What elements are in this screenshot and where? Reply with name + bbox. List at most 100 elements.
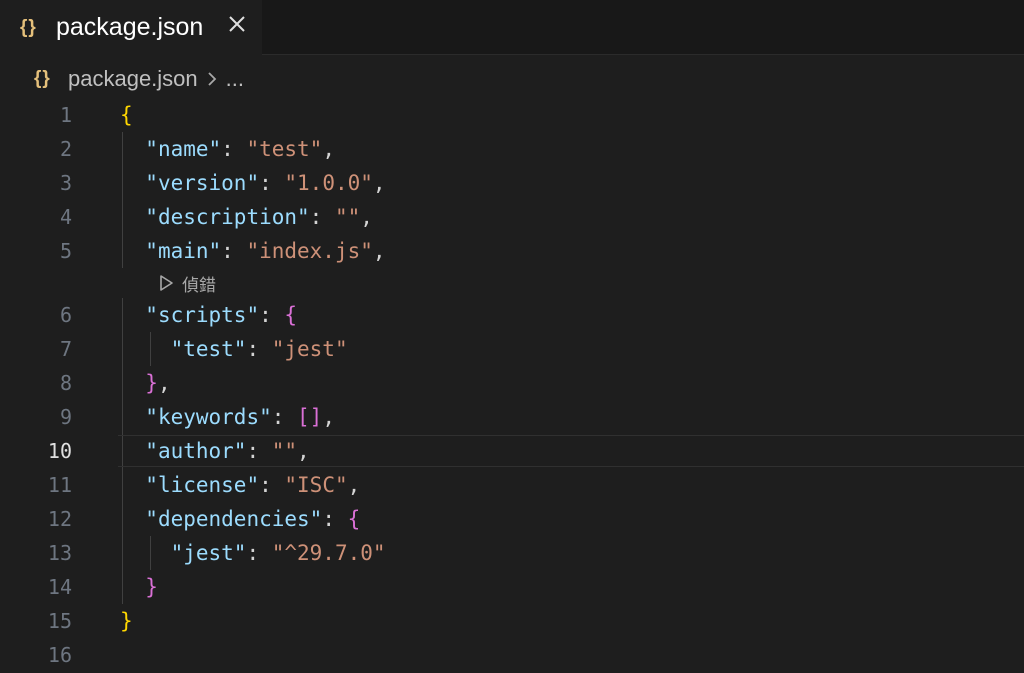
line-code: {: [120, 98, 133, 132]
breadcrumb-file[interactable]: package.json: [68, 66, 198, 92]
code-token: }: [145, 575, 158, 599]
debug-codelens[interactable]: 偵錯: [150, 268, 216, 298]
code-line[interactable]: 14 }: [0, 570, 1024, 604]
code-token: ,: [360, 205, 373, 229]
code-token: "version": [145, 171, 260, 195]
code-line[interactable]: 1{: [0, 98, 1024, 132]
breadcrumb: {} package.json ...: [34, 64, 244, 94]
code-token: "": [334, 205, 361, 229]
code-token: :: [322, 507, 348, 531]
code-token: ,: [347, 473, 361, 497]
code-token: ,: [297, 439, 310, 463]
code-token: :: [271, 405, 298, 429]
line-code: }: [120, 604, 133, 638]
code-line[interactable]: 9 "keywords": [],: [0, 400, 1024, 434]
code-line[interactable]: 12 "dependencies": {: [0, 502, 1024, 536]
close-icon[interactable]: [225, 12, 249, 36]
line-number: 5: [59, 239, 72, 263]
line-number: 3: [59, 171, 72, 195]
code-editor[interactable]: 偵錯 1{2 "name": "test", 3 "version": "1.0.…: [0, 98, 1024, 673]
line-code: "dependencies": {: [120, 502, 360, 536]
code-token: ,: [157, 371, 171, 395]
breadcrumb-more[interactable]: ...: [226, 66, 244, 92]
tab-bar: {} package.json: [0, 0, 1024, 55]
code-token: {: [284, 303, 298, 327]
line-number: 16: [47, 643, 72, 667]
line-number: 1: [59, 103, 72, 127]
code-token: }: [145, 371, 158, 395]
code-line[interactable]: 13 "jest": "^29.7.0": [0, 536, 1024, 570]
line-code: }: [120, 570, 158, 604]
line-number: 11: [47, 473, 72, 497]
line-code: "license": "ISC",: [120, 468, 360, 502]
code-token: "test": [170, 337, 247, 361]
line-code: "scripts": {: [120, 298, 297, 332]
code-token: "jest": [170, 541, 247, 565]
line-number: 8: [59, 371, 72, 395]
code-token: :: [259, 303, 285, 327]
code-line[interactable]: 3 "version": "1.0.0",: [0, 166, 1024, 200]
code-line[interactable]: 10 "author": "",: [0, 434, 1024, 468]
code-line[interactable]: 5 "main": "index.js",: [0, 234, 1024, 268]
line-code: "jest": "^29.7.0": [120, 536, 386, 570]
line-number: 6: [59, 303, 72, 327]
code-token: "": [271, 439, 298, 463]
line-number: 4: [59, 205, 72, 229]
code-line[interactable]: 7 "test": "jest": [0, 332, 1024, 366]
code-token: "test": [246, 137, 323, 161]
chevron-right-icon: [206, 71, 218, 87]
line-code: "author": "",: [120, 434, 310, 468]
line-number: 15: [47, 609, 72, 633]
json-file-icon: {}: [34, 68, 51, 89]
code-token: "ISC": [284, 473, 348, 497]
code-token: "scripts": [145, 303, 260, 327]
code-token: []: [297, 405, 323, 429]
code-token: :: [246, 337, 272, 361]
line-number: 9: [59, 405, 72, 429]
code-line[interactable]: 8 },: [0, 366, 1024, 400]
play-icon: [156, 273, 176, 293]
code-token: :: [259, 473, 285, 497]
code-line[interactable]: 4 "description": "",: [0, 200, 1024, 234]
code-token: {: [347, 507, 361, 531]
code-line[interactable]: 15}: [0, 604, 1024, 638]
code-token: ,: [322, 137, 335, 161]
line-code: "description": "",: [120, 200, 373, 234]
code-line[interactable]: 16: [0, 638, 1024, 672]
code-token: "^29.7.0": [271, 541, 386, 565]
line-code: },: [120, 366, 171, 400]
code-token: "index.js": [246, 239, 373, 263]
code-line[interactable]: 2 "name": "test",: [0, 132, 1024, 166]
line-number: 13: [47, 541, 72, 565]
code-token: :: [246, 541, 272, 565]
line-number: 10: [47, 439, 72, 463]
json-file-icon: {}: [20, 16, 37, 38]
code-token: "license": [145, 473, 260, 497]
line-number: 12: [47, 507, 72, 531]
tab-package-json[interactable]: {} package.json: [0, 0, 262, 55]
code-token: ,: [372, 171, 386, 195]
line-code: "main": "index.js",: [120, 234, 385, 268]
line-number: 2: [59, 137, 72, 161]
code-line[interactable]: 11 "license": "ISC",: [0, 468, 1024, 502]
line-number: 14: [47, 575, 72, 599]
line-code: "version": "1.0.0",: [120, 166, 386, 200]
code-token: {: [120, 103, 133, 127]
code-token: :: [246, 439, 272, 463]
code-token: "dependencies": [145, 507, 323, 531]
tab-label: package.json: [56, 13, 204, 41]
code-line[interactable]: 6 "scripts": {: [0, 298, 1024, 332]
code-token: }: [120, 609, 133, 633]
code-token: "1.0.0": [284, 171, 373, 195]
line-code: "name": "test",: [120, 132, 335, 166]
